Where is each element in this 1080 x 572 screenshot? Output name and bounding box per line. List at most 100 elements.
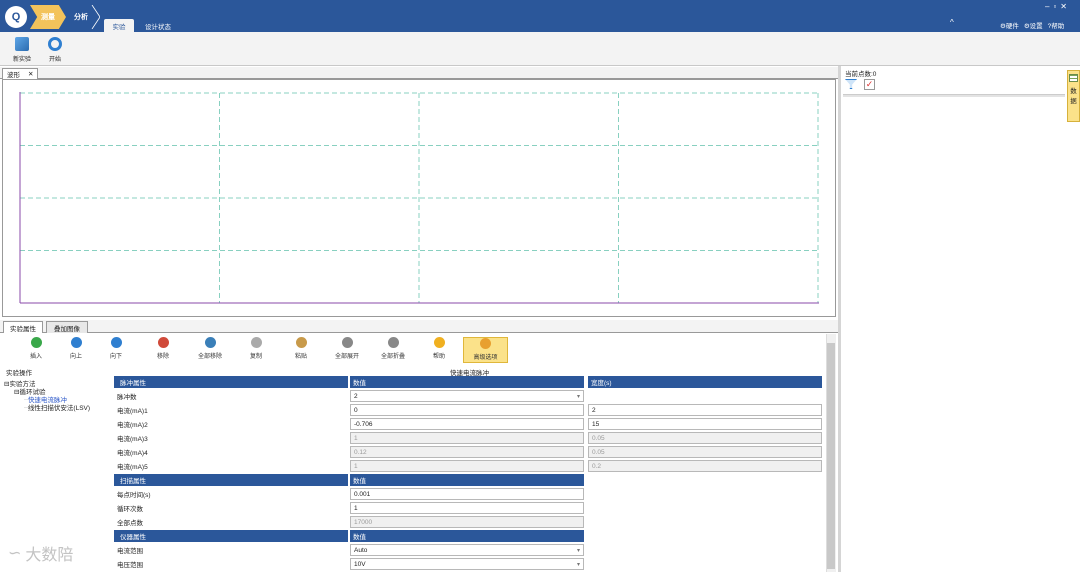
value-field[interactable]: 0.001 bbox=[350, 488, 584, 500]
toolbar-label: 粘贴 bbox=[294, 354, 307, 360]
tab-label: 实验 bbox=[112, 23, 126, 31]
section-header-row: 脉冲属性 数值 宽度(s) bbox=[114, 376, 826, 389]
toolbar-button[interactable]: 全部展开 bbox=[327, 337, 367, 363]
property-label: 电流(mA)3 bbox=[114, 432, 350, 444]
property-label: 电流(mA)4 bbox=[114, 446, 350, 458]
toolbar-button[interactable]: 粘贴 bbox=[281, 337, 321, 363]
copy-icon bbox=[250, 337, 262, 348]
property-label: 电流范围 bbox=[114, 544, 350, 556]
column-header: 宽度(s) bbox=[588, 376, 822, 388]
tab-label: 波形 bbox=[7, 72, 20, 79]
value-field[interactable]: 1 bbox=[350, 502, 584, 514]
toolbar-button[interactable]: 帮助 bbox=[419, 337, 459, 363]
value-field: 1 bbox=[350, 460, 584, 472]
value-field: 1 bbox=[350, 432, 584, 444]
toolbar-button[interactable]: 移除 bbox=[143, 337, 183, 363]
restore-icon[interactable]: ▫ bbox=[1053, 2, 1056, 11]
insert-icon bbox=[30, 337, 42, 348]
system-menu-item[interactable]: ⚙硬件 bbox=[1000, 20, 1019, 30]
column-header: 数值 bbox=[350, 530, 584, 542]
operations-header: 实验操作 bbox=[6, 370, 32, 377]
watermark: ∽ 大数陪 bbox=[8, 541, 73, 565]
watermark-text: 大数陪 bbox=[25, 547, 74, 564]
property-row: 电流(mA)3 1 0.05 bbox=[114, 432, 826, 445]
value-dropdown[interactable]: 10V bbox=[350, 558, 584, 570]
toolbar-label: 高级选项 bbox=[473, 355, 498, 361]
column-header: 脉冲属性 bbox=[114, 376, 348, 388]
data-panel-divider[interactable] bbox=[843, 94, 1065, 97]
property-label: 全部点数 bbox=[114, 516, 350, 528]
trash-icon bbox=[204, 337, 216, 348]
menu-label: 帮助 bbox=[1051, 23, 1065, 30]
system-menu-item[interactable]: ⚙设置 bbox=[1024, 20, 1043, 30]
toolbar-button[interactable]: 复制 bbox=[236, 337, 276, 363]
toolbar-label: 全部展开 bbox=[334, 354, 359, 360]
property-label: 电流(mA)5 bbox=[114, 460, 350, 472]
new-experiment-icon bbox=[15, 37, 29, 51]
scrollbar-thumb[interactable] bbox=[827, 343, 835, 569]
menu-label: 硬件 bbox=[1005, 23, 1019, 30]
property-row: 电流范围 Auto bbox=[114, 544, 826, 557]
close-window-icon[interactable]: ✕ bbox=[1060, 2, 1067, 11]
advanced-options-icon bbox=[480, 338, 491, 349]
property-row: 电流(mA)2 -0.706 15 bbox=[114, 418, 826, 431]
expand-all-icon bbox=[341, 337, 353, 348]
tree-node[interactable]: ┈线性扫描伏安法(LSV) bbox=[24, 402, 90, 412]
tab-label: 叠加图像 bbox=[54, 325, 80, 333]
new-experiment-button[interactable]: 新实验 bbox=[8, 35, 36, 65]
data-side-tab[interactable]: 数 据 bbox=[1067, 70, 1080, 122]
property-label: 电流(mA)1 bbox=[114, 404, 350, 416]
tab-overlay-image[interactable]: 叠加图像 bbox=[46, 321, 88, 333]
value-field[interactable]: -0.706 bbox=[350, 418, 584, 430]
toolbar-label: 插入 bbox=[29, 354, 42, 360]
width-field[interactable]: 2 bbox=[588, 404, 822, 416]
width-field[interactable]: 15 bbox=[588, 418, 822, 430]
tab-design-status[interactable]: 设计状态 bbox=[138, 19, 178, 32]
down-arrow-icon bbox=[110, 337, 122, 348]
paste-icon bbox=[295, 337, 307, 348]
tab-waveform[interactable]: 波形 ✕ bbox=[2, 68, 38, 79]
collapse-all-icon bbox=[387, 337, 399, 348]
bottom-tabbar bbox=[0, 320, 838, 333]
toolbar-label: 向上 bbox=[69, 354, 82, 360]
start-button[interactable]: 开始 bbox=[41, 35, 69, 65]
column-header: 扫描属性 bbox=[114, 474, 348, 486]
property-row: 电流(mA)4 0.12 0.05 bbox=[114, 446, 826, 459]
tab-label: 设计状态 bbox=[145, 23, 171, 31]
property-label: 每点时间(s) bbox=[114, 488, 350, 500]
collapse-ribbon-icon[interactable]: ^ bbox=[950, 18, 954, 27]
toolbar-label: 帮助 bbox=[432, 354, 445, 360]
step-outline bbox=[91, 5, 100, 29]
toolbar-label: 全部移除 bbox=[197, 354, 222, 360]
button-label: 开始 bbox=[48, 57, 61, 63]
tab-experiment-properties[interactable]: 实验属性 bbox=[3, 321, 43, 333]
value-field[interactable]: 0 bbox=[350, 404, 584, 416]
column-header: 仪器属性 bbox=[114, 530, 348, 542]
grid-icon bbox=[1069, 74, 1078, 82]
toolbar-button[interactable]: 全部移除 bbox=[190, 337, 230, 363]
toolbar-button[interactable]: 向上 bbox=[56, 337, 96, 363]
value-dropdown[interactable]: 2 bbox=[350, 390, 584, 402]
value-dropdown[interactable]: Auto bbox=[350, 544, 584, 556]
side-tab-char: 数 bbox=[1070, 88, 1077, 95]
toolbar-label: 复制 bbox=[249, 354, 262, 360]
system-menu-item[interactable]: ?帮助 bbox=[1048, 20, 1065, 30]
toolbar-button[interactable]: 插入 bbox=[16, 337, 56, 363]
waveform-tabbar bbox=[0, 67, 838, 79]
toolbar-button[interactable]: 高级选项 bbox=[463, 337, 508, 363]
tab-experiment[interactable]: 实验 bbox=[104, 19, 134, 32]
current-points-label: 当前点数:0 bbox=[845, 71, 877, 78]
property-row: 电流(mA)5 1 0.2 bbox=[114, 460, 826, 473]
toolbar-label: 向下 bbox=[109, 354, 122, 360]
check-icon[interactable]: ✓ bbox=[864, 79, 875, 90]
toolbar-button[interactable]: 全部折叠 bbox=[373, 337, 413, 363]
button-label: 新实验 bbox=[12, 57, 31, 63]
logo-letter: Q bbox=[11, 11, 21, 23]
toolbar-button[interactable]: 向下 bbox=[96, 337, 136, 363]
waveform-plot[interactable] bbox=[19, 92, 819, 304]
column-header: 数值 bbox=[350, 474, 584, 486]
minimize-icon[interactable]: – bbox=[1045, 2, 1049, 11]
window-controls: – ▫ ✕ bbox=[1045, 2, 1067, 11]
property-label: 电流(mA)2 bbox=[114, 418, 350, 430]
close-icon[interactable]: ✕ bbox=[28, 70, 33, 78]
